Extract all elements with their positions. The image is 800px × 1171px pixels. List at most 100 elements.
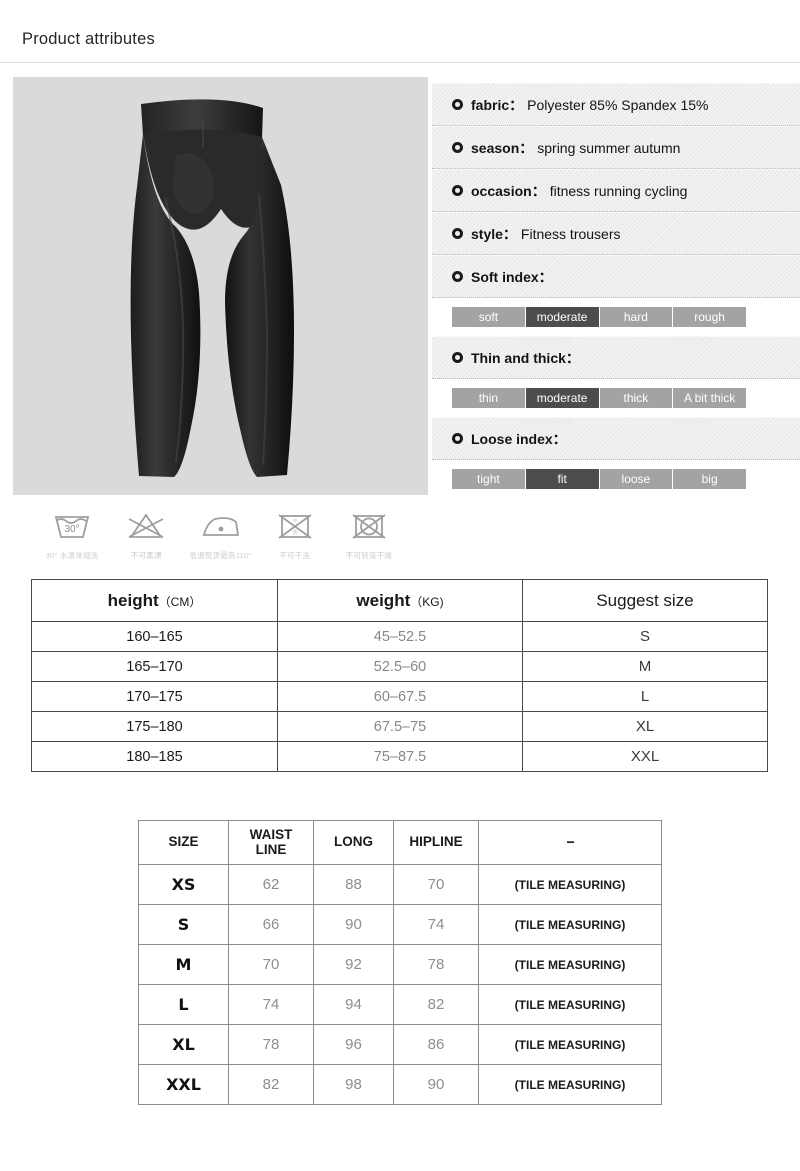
cell-size: XL	[138, 1024, 229, 1065]
column-header-waist-line: WAIST LINE	[228, 820, 314, 865]
soft-index-scale-wrap: soft moderate hard rough	[432, 298, 800, 336]
table-row: M 70 92 78 (TILE MEASURING)	[138, 944, 662, 985]
cell-height: 170–175	[31, 681, 278, 712]
bullet-icon	[452, 99, 463, 110]
cell-size: XXL	[522, 741, 768, 772]
measurement-table: SIZE WAIST LINE LONG HIPLINE -- XS 62 88…	[138, 820, 662, 1105]
scale-segment-soft[interactable]: soft	[452, 307, 526, 327]
attribute-value: Fitness trousers	[520, 225, 621, 242]
scale-segment-big[interactable]: big	[673, 469, 746, 489]
wash-30-degrees-icon: 30°	[37, 505, 107, 547]
attribute-label: season：	[471, 139, 534, 156]
cell-long: 92	[313, 944, 394, 985]
cell-size: S	[138, 904, 229, 945]
scale-segment-moderate[interactable]: moderate	[525, 307, 600, 327]
cell-size: XXL	[138, 1064, 229, 1105]
column-header-weight: weight（KG)	[277, 579, 523, 622]
cell-hipline: 90	[393, 1064, 479, 1105]
header-unit: （KG)	[410, 594, 444, 609]
cell-size: L	[138, 984, 229, 1025]
attribute-value: Polyester 85% Spandex 15%	[527, 96, 709, 113]
iron-low-heat-icon	[186, 505, 256, 547]
care-caption: 不可转笼干燥	[345, 551, 393, 560]
table-header-row: height（CM） weight（KG) Suggest size	[31, 579, 768, 622]
loose-index-scale-wrap: tight fit loose big	[432, 460, 800, 498]
attribute-row-loose-index: Loose index：	[432, 417, 800, 460]
table-row: L 74 94 82 (TILE MEASURING)	[138, 984, 662, 1025]
table-row: XL 78 96 86 (TILE MEASURING)	[138, 1024, 662, 1065]
scale-segment-thin[interactable]: thin	[452, 388, 526, 408]
cell-size: L	[522, 681, 768, 712]
product-media: 30° 30° 水温常规洗 不可氯漂 低温熨烫最高110° 干 洗 不可干洗 不…	[13, 77, 429, 561]
cell-height: 165–170	[31, 651, 278, 682]
cell-height: 175–180	[31, 711, 278, 742]
cell-hipline: 74	[393, 904, 479, 945]
scale-segment-tight[interactable]: tight	[452, 469, 526, 489]
column-header-long: LONG	[313, 820, 394, 865]
attribute-label: style：	[471, 225, 517, 242]
no-dry-clean-icon: 干 洗	[260, 505, 330, 547]
table-row: 165–170 52.5–60 M	[31, 651, 768, 682]
cell-hipline: 70	[393, 864, 479, 905]
attribute-row-soft-index: Soft index：	[432, 255, 800, 298]
page-title: Product attributes	[22, 30, 155, 48]
cell-waist: 66	[228, 904, 314, 945]
attribute-row-thin-thick: Thin and thick：	[432, 336, 800, 379]
scale-segment-moderate[interactable]: moderate	[525, 388, 600, 408]
table-row: 160–165 45–52.5 S	[31, 621, 768, 652]
attribute-label: Thin and thick：	[471, 349, 580, 366]
header-text-line2: LINE	[255, 841, 287, 857]
care-instructions-row: 30° 30° 水温常规洗 不可氯漂 低温熨烫最高110° 干 洗 不可干洗 不…	[13, 495, 428, 561]
attribute-label: Soft index：	[471, 268, 553, 285]
care-item: 低温熨烫最高110°	[186, 505, 256, 561]
attribute-label: Loose index：	[471, 430, 567, 447]
cell-note: (TILE MEASURING)	[478, 864, 662, 905]
cell-long: 94	[313, 984, 394, 1025]
cell-hipline: 78	[393, 944, 479, 985]
table-row: 175–180 67.5–75 XL	[31, 711, 768, 742]
column-header-size: SIZE	[138, 820, 229, 865]
measurement-table-wrap: SIZE WAIST LINE LONG HIPLINE -- XS 62 88…	[138, 820, 662, 1105]
cell-waist: 74	[228, 984, 314, 1025]
table-row: 180–185 75–87.5 XXL	[31, 741, 768, 772]
scale-segment-a-bit-thick[interactable]: A bit thick	[673, 388, 746, 408]
cell-note: (TILE MEASURING)	[478, 984, 662, 1025]
no-bleach-icon	[111, 505, 181, 547]
cell-long: 90	[313, 904, 394, 945]
scale-segment-loose[interactable]: loose	[599, 469, 674, 489]
scale-segment-hard[interactable]: hard	[599, 307, 674, 327]
cell-waist: 78	[228, 1024, 314, 1065]
cell-note: (TILE MEASURING)	[478, 904, 662, 945]
soft-index-scale[interactable]: soft moderate hard rough	[452, 307, 746, 327]
bullet-icon	[452, 433, 463, 444]
cell-weight: 75–87.5	[277, 741, 523, 772]
table-row: S 66 90 74 (TILE MEASURING)	[138, 904, 662, 945]
attribute-label: occasion：	[471, 182, 546, 199]
table-row: XXL 82 98 90 (TILE MEASURING)	[138, 1064, 662, 1105]
loose-index-scale[interactable]: tight fit loose big	[452, 469, 746, 489]
cell-note: (TILE MEASURING)	[478, 944, 662, 985]
top-section: 30° 30° 水温常规洗 不可氯漂 低温熨烫最高110° 干 洗 不可干洗 不…	[0, 63, 800, 561]
cell-weight: 45–52.5	[277, 621, 523, 652]
cell-height: 180–185	[31, 741, 278, 772]
header-text: height	[107, 590, 159, 610]
size-suggestion-table-wrap: height（CM） weight（KG) Suggest size 160–1…	[31, 579, 768, 772]
size-suggestion-table: height（CM） weight（KG) Suggest size 160–1…	[31, 579, 768, 772]
attribute-value: fitness running cycling	[549, 182, 688, 199]
cell-waist: 62	[228, 864, 314, 905]
scale-segment-fit[interactable]: fit	[525, 469, 600, 489]
header-text: weight	[356, 590, 411, 610]
cell-waist: 70	[228, 944, 314, 985]
page-header: Product attributes	[0, 0, 800, 62]
column-header-note: --	[478, 820, 662, 865]
attribute-row-style: style： Fitness trousers	[432, 212, 800, 255]
scale-segment-rough[interactable]: rough	[673, 307, 746, 327]
care-item: 不可转笼干燥	[334, 505, 404, 561]
product-photo	[13, 77, 428, 495]
cell-size: M	[522, 651, 768, 682]
cell-size: S	[522, 621, 768, 652]
column-header-height: height（CM）	[31, 579, 278, 622]
scale-segment-thick[interactable]: thick	[599, 388, 674, 408]
cell-long: 96	[313, 1024, 394, 1065]
thickness-scale[interactable]: thin moderate thick A bit thick	[452, 388, 746, 408]
